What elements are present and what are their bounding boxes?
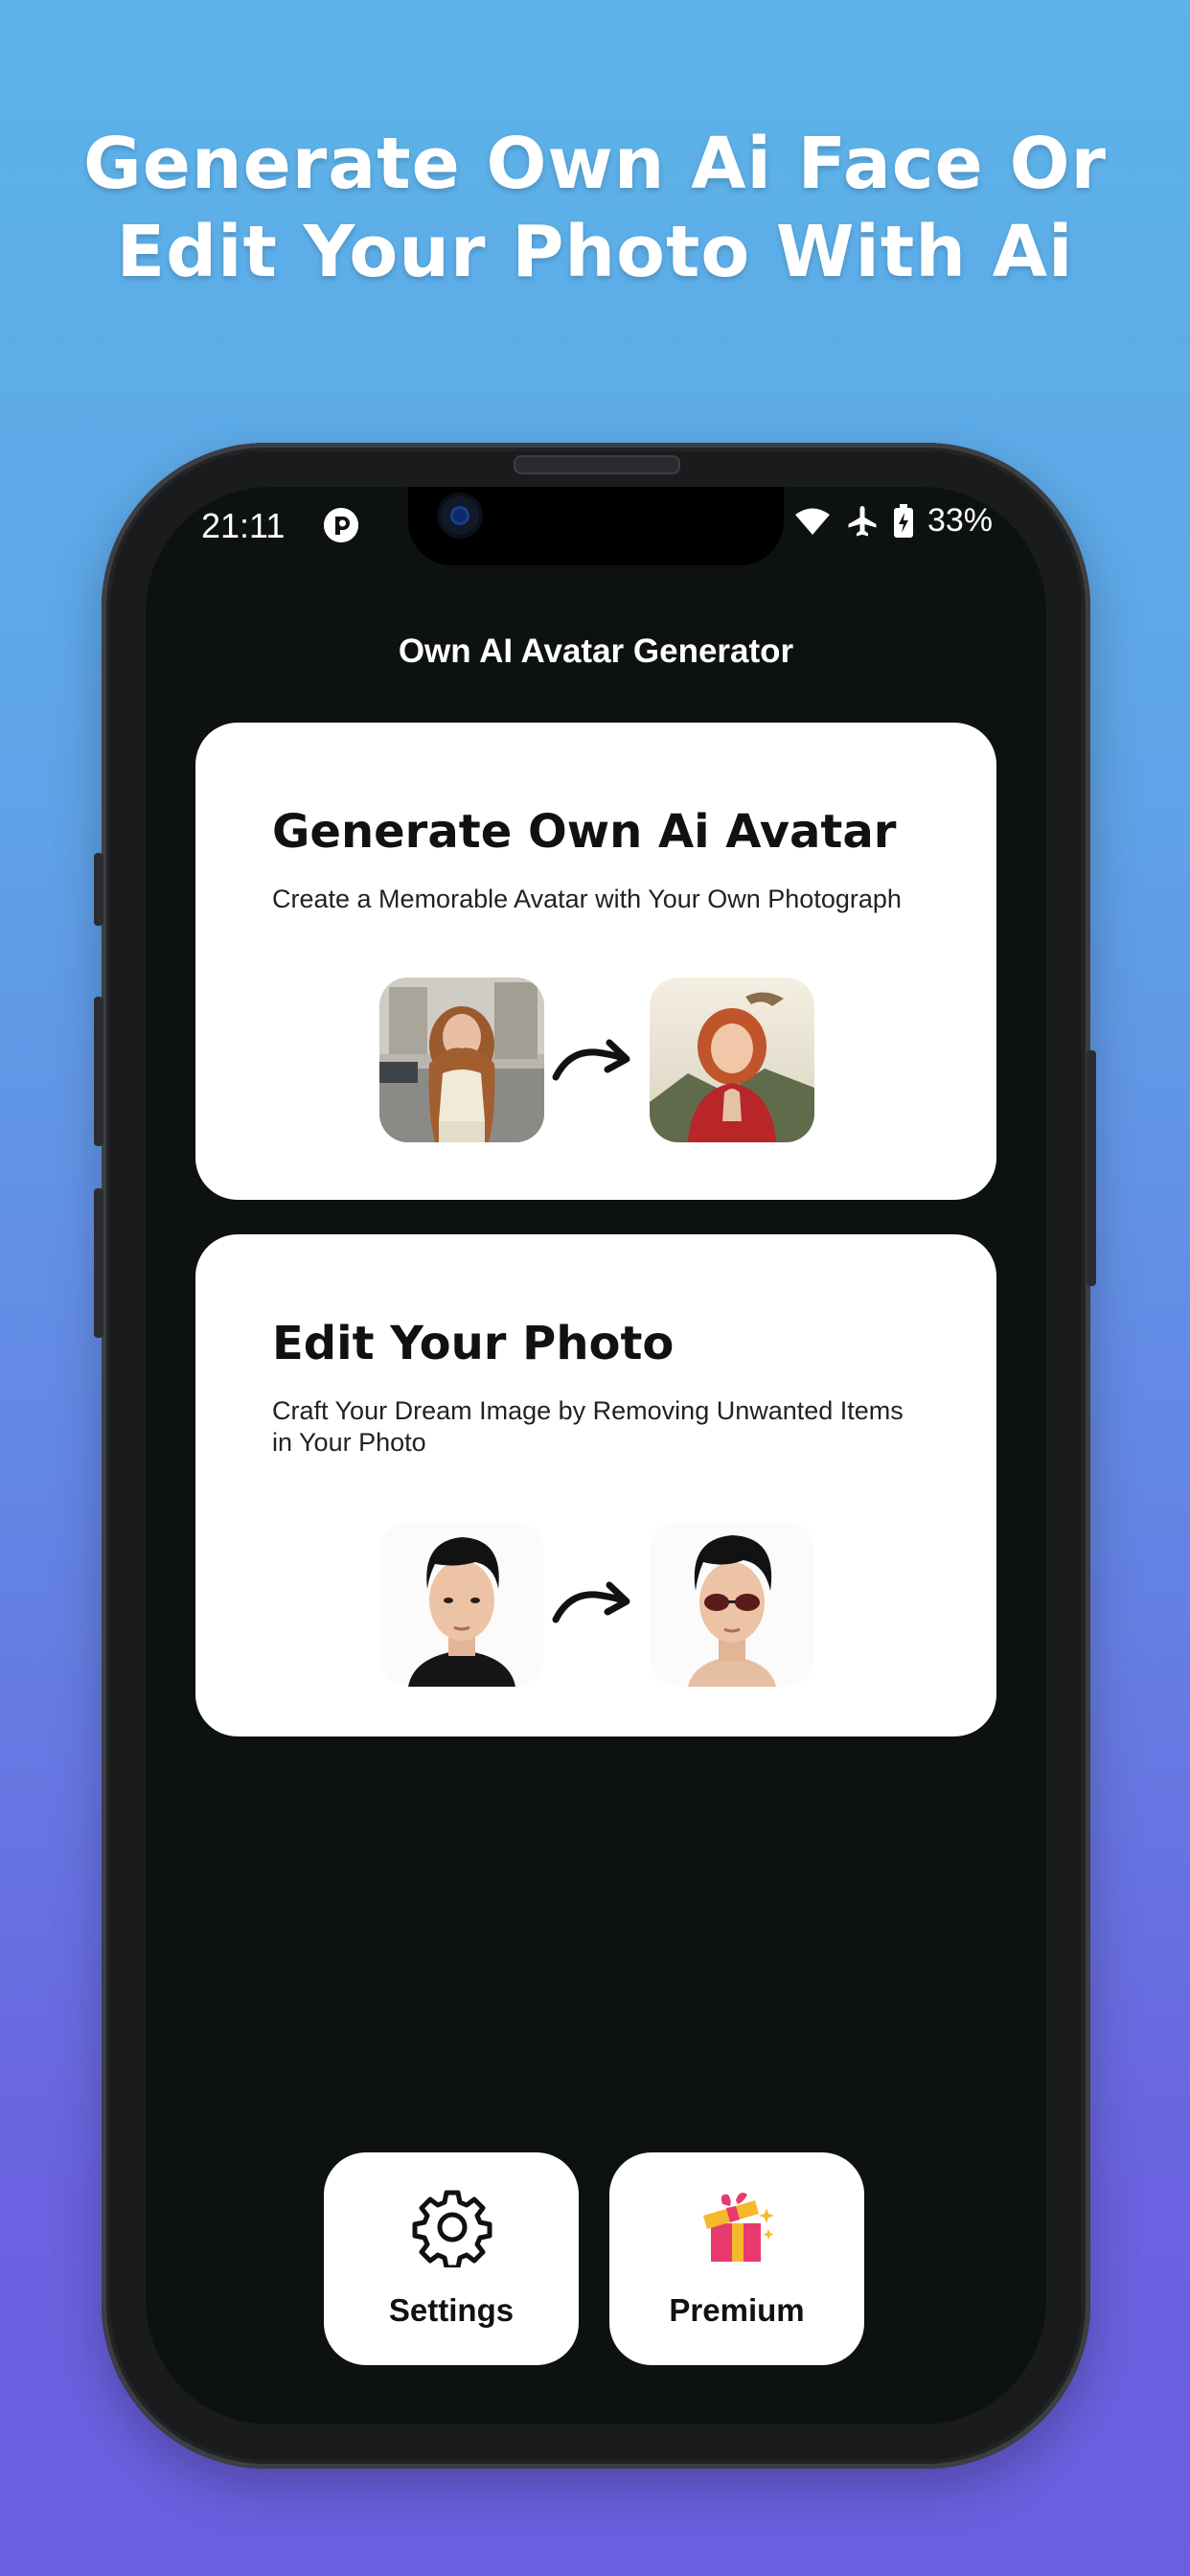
card-title: Generate Own Ai Avatar <box>272 805 897 859</box>
phone-screen: 21:11 33% Own AI Avatar Generator Genera… <box>146 487 1046 2425</box>
notification-icon <box>324 508 358 542</box>
ai-avatar-woman <box>650 978 814 1142</box>
original-photo-woman <box>379 978 544 1142</box>
front-camera <box>437 493 483 539</box>
phone-side-button-power <box>1087 1050 1096 1286</box>
phone-speaker <box>514 455 680 474</box>
edited-photo-man-sunglasses <box>650 1522 814 1687</box>
settings-button[interactable]: Settings <box>324 2152 579 2365</box>
phone-side-button-volume-up <box>94 997 103 1146</box>
original-photo-man <box>379 1522 544 1687</box>
airplane-icon <box>848 505 877 536</box>
premium-label: Premium <box>669 2292 805 2328</box>
gift-icon <box>703 2193 774 2262</box>
phone-side-button-volume-down <box>94 1188 103 1338</box>
status-time: 21:11 <box>201 506 286 545</box>
status-icons: 33% <box>793 502 993 540</box>
curved-arrow-icon <box>552 1581 630 1623</box>
headline-line-2: Edit Your Photo With Ai <box>116 211 1074 293</box>
battery-percent: 33% <box>927 502 993 539</box>
headline-line-1: Generate Own Ai Face Or <box>82 123 1108 205</box>
gear-icon <box>412 2190 492 2267</box>
wifi-icon <box>794 508 830 535</box>
card-description: Craft Your Dream Image by Removing Unwan… <box>272 1396 904 1457</box>
phone-side-button-mute <box>94 853 103 926</box>
edit-photo-card[interactable]: Edit Your Photo Craft Your Dream Image b… <box>195 1234 996 1736</box>
marketing-headline: Generate Own Ai Face Or Edit Your Photo … <box>0 120 1190 296</box>
settings-label: Settings <box>388 2292 515 2328</box>
curved-arrow-icon <box>552 1039 630 1081</box>
card-description: Create a Memorable Avatar with Your Own … <box>272 885 902 913</box>
app-title: Own AI Avatar Generator <box>398 632 794 670</box>
battery-icon <box>893 503 913 538</box>
generate-avatar-card[interactable]: Generate Own Ai Avatar Create a Memorabl… <box>195 723 996 1200</box>
premium-button[interactable]: Premium <box>609 2152 864 2365</box>
card-title: Edit Your Photo <box>272 1317 675 1370</box>
